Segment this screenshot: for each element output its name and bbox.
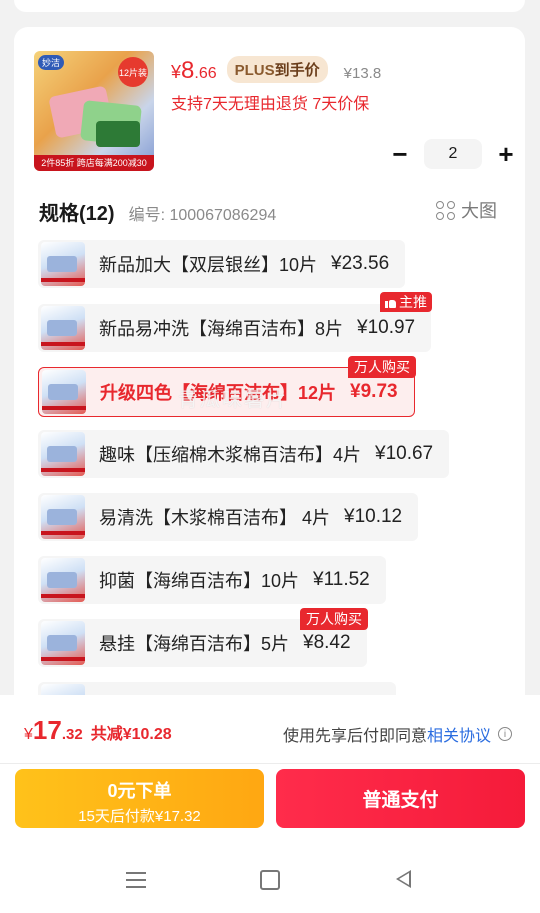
total-price: ¥ 17 .32 共减¥10.28 [24, 715, 172, 746]
option-thumbnail [41, 495, 85, 539]
pay-later-subtitle: 15天后付款¥17.32 [78, 808, 201, 825]
option-thumbnail [41, 558, 85, 602]
option-label: 新品加大【双层银丝】10片 [99, 255, 318, 275]
brand-logo: 妙洁 [38, 55, 65, 70]
option-price: ¥9.73 [350, 381, 398, 402]
home-icon[interactable] [260, 870, 280, 890]
recommended-label: 主推 [399, 294, 427, 310]
menu-icon[interactable] [126, 872, 146, 888]
option-thumbnail [41, 242, 85, 286]
option-thumbnail [42, 370, 86, 414]
product-code: 编号: 100067086294 [128, 207, 277, 224]
quantity-stepper: − 2 + [388, 139, 518, 169]
pay-later-title: 0元下单 [107, 781, 172, 801]
price-integer: 8 [181, 57, 195, 84]
plus-suffix: 到手价 [274, 62, 320, 79]
previous-card-edge [14, 0, 525, 12]
option-thumbnail [41, 432, 85, 476]
agreement-text: 使用先享后付即同意 [282, 728, 427, 745]
option-price: ¥10.97 [357, 317, 416, 338]
option-price: ¥10.12 [344, 506, 403, 527]
price-row: ¥ 8 .66 PLUS到手价 ¥13.8 [171, 56, 382, 87]
option-label: 悬挂【海绵百洁布】5片 [99, 634, 290, 654]
option-price: ¥8.42 [303, 632, 351, 653]
option-thumbnail [41, 621, 85, 665]
option-label: 抑菌【海绵百洁布】10片 [99, 571, 300, 591]
spec-title: 规格(12) [39, 203, 115, 225]
system-nav-bar [0, 852, 540, 912]
sponge-image-dark [96, 121, 140, 147]
spec-option[interactable]: 新品易冲洗【海绵百洁布】8片 ¥10.97 [38, 304, 432, 352]
price-currency: ¥ [171, 62, 182, 82]
total-integer: 17 [32, 715, 62, 745]
product-thumbnail[interactable]: 妙洁 12片装 2件85折 跨店每满200减30 [34, 51, 154, 171]
option-price: ¥11.52 [313, 569, 370, 590]
product-spec-card: 妙洁 12片装 2件85折 跨店每满200减30 ¥ 8 .66 PLUS到手价… [14, 27, 525, 727]
spec-option[interactable]: 易清洗【木浆棉百洁布】 4片 ¥10.12 [38, 493, 419, 541]
big-view-button[interactable]: 大图 [436, 197, 497, 223]
option-label: 易清洗【木浆棉百洁布】 4片 [99, 508, 331, 528]
agreement-notice: 使用先享后付即同意 相关协议 i [283, 722, 512, 746]
option-label: 新品易冲洗【海绵百洁布】8片 [99, 319, 344, 339]
option-label: 趣味【压缩棉木浆棉百洁布】4片 [99, 445, 362, 465]
recommended-tag: 主推 [380, 292, 432, 312]
bestseller-tag: 万人购买 [300, 608, 368, 630]
thumbs-up-icon [385, 297, 396, 308]
option-thumbnail [41, 306, 85, 350]
price-decimal: .66 [194, 65, 217, 82]
spec-option[interactable]: 新品加大【双层银丝】10片 ¥23.56 [38, 240, 406, 288]
checkout-bar: ¥ 17 .32 共减¥10.28 使用先享后付即同意 相关协议 i 0元下单 … [0, 695, 540, 913]
thumbnail-promo-strip: 2件85折 跨店每满200减30 [34, 155, 154, 171]
spec-option[interactable]: 趣味【压缩棉木浆棉百洁布】4片 ¥10.67 [38, 430, 450, 478]
normal-pay-button[interactable]: 普通支付 [276, 769, 525, 828]
service-promise: 支持7天无理由退货 7天价保 [171, 96, 370, 113]
info-icon[interactable]: i [498, 727, 512, 741]
divider [0, 763, 540, 764]
quantity-input[interactable]: 2 [424, 139, 482, 169]
total-savings: 共减¥10.28 [90, 726, 172, 743]
option-price: ¥23.56 [331, 253, 390, 274]
pay-later-button[interactable]: 0元下单 15天后付款¥17.32 [15, 769, 264, 828]
total-decimal: .32 [61, 726, 83, 743]
increase-button[interactable]: + [494, 139, 518, 169]
agreement-link[interactable]: 相关协议 [427, 722, 491, 746]
decrease-button[interactable]: − [388, 139, 412, 169]
bestseller-tag: 万人购买 [348, 356, 416, 378]
original-price: ¥13.8 [343, 65, 382, 82]
total-currency: ¥ [24, 726, 33, 743]
option-label: 升级四色【海绵百洁布】12片 [100, 383, 337, 403]
pack-count-badge: 12片装 [118, 57, 148, 87]
big-view-label: 大图 [461, 201, 497, 221]
plus-label: PLUS [234, 62, 275, 79]
option-price: ¥10.67 [375, 443, 434, 464]
grid-view-icon [436, 200, 455, 220]
back-icon[interactable] [396, 870, 411, 888]
plus-price-tag: PLUS到手价 [226, 56, 328, 83]
spec-option[interactable]: 抑菌【海绵百洁布】10片 ¥11.52 [38, 556, 386, 604]
